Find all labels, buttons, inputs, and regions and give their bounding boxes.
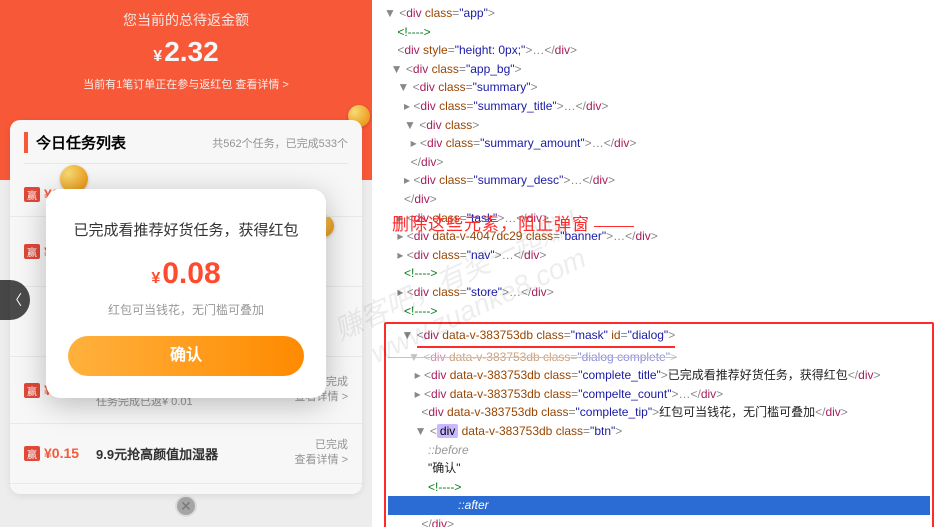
- dialog-tip: 红包可当钱花，无门槛可叠加: [68, 301, 304, 318]
- highlighted-dom-block: ▼ <div data-v-383753db class="mask" id="…: [384, 322, 934, 527]
- selected-dom-line[interactable]: ::after: [388, 496, 930, 515]
- devtools-panel[interactable]: ▼ <div class="app"> <!----> <div style="…: [372, 0, 942, 527]
- app-preview: 您当前的总待返金额 ¥2.32 当前有1笔订单正在参与返红包 查看详情 > 今日…: [0, 0, 372, 527]
- dialog-amount: ¥0.08: [68, 257, 304, 291]
- close-icon[interactable]: ✕: [175, 495, 197, 517]
- dialog: 已完成看推荐好货任务，获得红包 ¥0.08 红包可当钱花，无门槛可叠加 确认: [46, 189, 326, 398]
- dialog-title: 已完成看推荐好货任务，获得红包: [68, 219, 304, 243]
- dialog-mask[interactable]: 已完成看推荐好货任务，获得红包 ¥0.08 红包可当钱花，无门槛可叠加 确认: [0, 0, 372, 527]
- confirm-button[interactable]: 确认: [68, 336, 304, 376]
- annotation-text: 删除这些元素，阻止弹窗: [392, 212, 634, 238]
